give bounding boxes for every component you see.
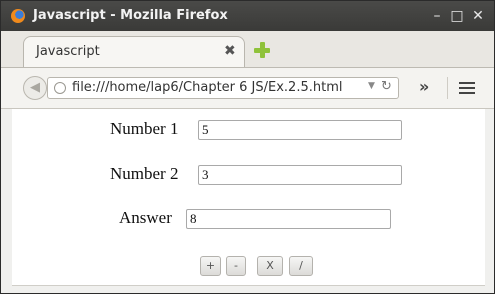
tab-label: Javascript xyxy=(36,44,100,59)
firefox-icon xyxy=(11,9,25,23)
number1-input[interactable] xyxy=(198,120,402,140)
add-button[interactable]: + xyxy=(200,256,221,276)
answer-field[interactable] xyxy=(186,209,391,229)
number2-label: Number 2 xyxy=(110,164,179,183)
title-bar: Javascript - Mozilla Firefox – □ ✕ xyxy=(1,1,494,31)
content-bottom-edge xyxy=(12,285,485,286)
url-text[interactable]: file:///home/lap6/Chapter 6 JS/Ex.2.5.ht… xyxy=(72,80,342,95)
subtract-button[interactable]: - xyxy=(226,256,246,276)
url-bar[interactable]: file:///home/lap6/Chapter 6 JS/Ex.2.5.ht… xyxy=(47,77,399,99)
back-arrow-icon[interactable]: ◀ xyxy=(23,76,47,100)
navigation-bar: ◀ file:///home/lap6/Chapter 6 JS/Ex.2.5.… xyxy=(1,68,494,109)
toolbar-divider xyxy=(447,77,448,99)
overflow-button[interactable]: » xyxy=(419,77,429,96)
close-window-button[interactable]: ✕ xyxy=(469,7,487,25)
hamburger-menu-icon[interactable] xyxy=(459,82,475,94)
number1-label: Number 1 xyxy=(110,119,179,138)
multiply-button[interactable]: X xyxy=(257,256,283,276)
window-title: Javascript - Mozilla Firefox xyxy=(33,8,228,23)
close-tab-icon[interactable]: ✖ xyxy=(224,43,236,59)
minimize-button[interactable]: – xyxy=(428,7,446,25)
globe-icon xyxy=(54,82,66,94)
divide-button[interactable]: / xyxy=(289,256,313,276)
browser-window: Javascript - Mozilla Firefox – □ ✕ Javas… xyxy=(0,0,495,294)
reload-icon[interactable]: ↻ xyxy=(381,79,392,94)
plus-icon[interactable] xyxy=(254,42,270,58)
answer-label: Answer xyxy=(119,208,172,227)
maximize-button[interactable]: □ xyxy=(448,7,466,25)
chevron-down-icon[interactable]: ▼ xyxy=(368,81,375,91)
tab-strip: Javascript ✖ xyxy=(1,31,494,68)
tab-javascript[interactable]: Javascript ✖ xyxy=(23,36,245,67)
page-content: Number 1 Number 2 Answer + - X / xyxy=(12,109,485,285)
number2-input[interactable] xyxy=(198,165,402,185)
